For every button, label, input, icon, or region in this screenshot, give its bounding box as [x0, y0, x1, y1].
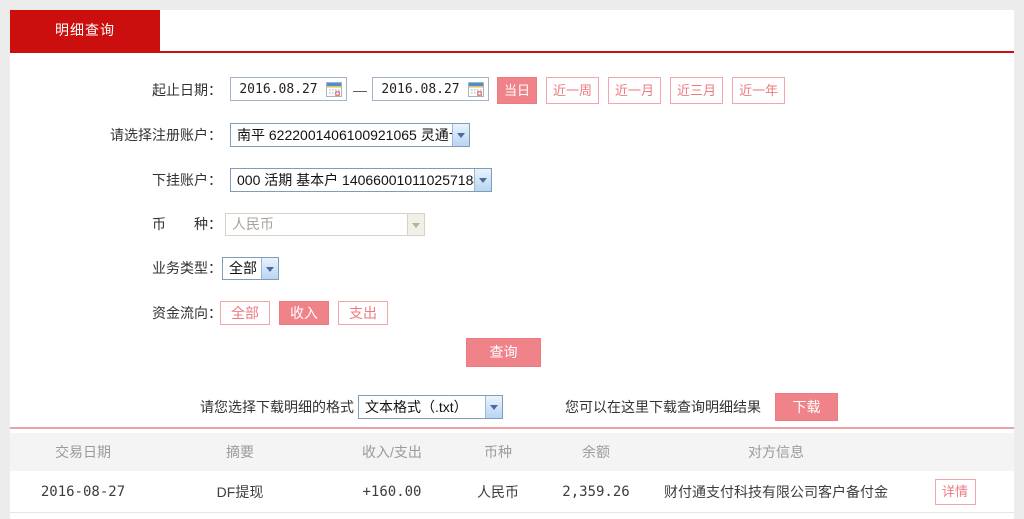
calendar-icon[interactable] — [468, 82, 484, 97]
calendar-icon[interactable] — [326, 82, 342, 97]
business-type-select[interactable]: 全部 — [222, 257, 279, 280]
fund-flow-row: 资金流向： 全部 收入 支出 — [10, 301, 1014, 325]
currency-row: 币 种： 人民币 — [10, 213, 1014, 236]
column-header-summary: 摘要 — [156, 442, 324, 462]
dropdown-arrow-icon[interactable] — [485, 396, 502, 418]
dropdown-arrow-icon[interactable] — [261, 258, 278, 279]
sub-account-value: 000 活期 基本户 1406600101102571848 — [231, 169, 474, 191]
download-format-select[interactable]: 文本格式（.txt） — [358, 395, 503, 419]
end-date-value: 2016.08.27 — [373, 82, 468, 97]
quick-btn-month[interactable]: 近一月 — [608, 77, 661, 104]
currency-select: 人民币 — [225, 213, 425, 236]
row-date: 2016-08-27 — [10, 484, 156, 500]
quick-range-buttons: 当日 近一周 近一月 近三月 近一年 — [497, 77, 785, 104]
dropdown-arrow-icon[interactable] — [452, 124, 469, 146]
row-action-cell: 详情 — [896, 479, 1014, 505]
quick-btn-3months[interactable]: 近三月 — [670, 77, 723, 104]
column-header-counterparty: 对方信息 — [656, 442, 896, 462]
download-button[interactable]: 下载 — [775, 393, 838, 421]
register-account-row: 请选择注册账户： 南平 6222001406100921065 灵通卡 — [10, 123, 1014, 147]
date-range-row: 起止日期： 2016.08.27 — 2016.08.27 — [10, 77, 1014, 104]
table-top-divider — [10, 427, 1014, 429]
row-counterparty: 财付通支付科技有限公司客户备付金 — [656, 482, 896, 502]
register-account-label: 请选择注册账户： — [90, 123, 222, 147]
download-format-value: 文本格式（.txt） — [359, 396, 485, 418]
column-header-date: 交易日期 — [10, 442, 156, 462]
currency-label: 币 种： — [90, 213, 222, 236]
end-date-input[interactable]: 2016.08.27 — [372, 77, 489, 101]
page: 明细查询 起止日期： 2016.08.27 — 2016.08.27 — [0, 0, 1024, 519]
business-type-value: 全部 — [223, 258, 261, 279]
query-button[interactable]: 查询 — [466, 338, 541, 367]
quick-btn-week[interactable]: 近一周 — [546, 77, 599, 104]
business-type-label: 业务类型： — [90, 257, 222, 280]
fund-flow-expense-button[interactable]: 支出 — [338, 301, 388, 325]
tab-underline — [10, 51, 1014, 53]
download-row: 请您选择下载明细的格式 文本格式（.txt） 您可以在这里下载查询明细结果 下载 — [10, 393, 1014, 421]
dropdown-arrow-icon[interactable] — [474, 169, 491, 191]
download-format-label: 请您选择下载明细的格式 — [100, 393, 354, 421]
start-date-value: 2016.08.27 — [231, 82, 326, 97]
table-header-row: 交易日期 摘要 收入/支出 币种 余额 对方信息 — [10, 433, 1014, 471]
content-panel: 明细查询 起止日期： 2016.08.27 — 2016.08.27 — [10, 10, 1014, 519]
sub-account-row: 下挂账户： 000 活期 基本户 1406600101102571848 — [10, 168, 1014, 192]
dropdown-arrow-icon — [407, 214, 424, 235]
fund-flow-income-button[interactable]: 收入 — [279, 301, 329, 325]
download-hint-text: 您可以在这里下载查询明细结果 — [565, 393, 761, 421]
quick-btn-year[interactable]: 近一年 — [732, 77, 785, 104]
column-header-balance: 余额 — [536, 442, 656, 462]
detail-button[interactable]: 详情 — [935, 479, 976, 505]
fund-flow-buttons: 全部 收入 支出 — [220, 301, 388, 325]
currency-value: 人民币 — [226, 214, 407, 235]
column-header-currency: 币种 — [460, 442, 536, 462]
column-header-amount: 收入/支出 — [324, 442, 460, 462]
row-amount: +160.00 — [324, 484, 460, 500]
register-account-value: 南平 6222001406100921065 灵通卡 — [231, 124, 452, 146]
date-range-separator: — — [353, 77, 367, 103]
sub-account-label: 下挂账户： — [90, 168, 222, 192]
row-summary: DF提现 — [156, 482, 324, 502]
start-date-input[interactable]: 2016.08.27 — [230, 77, 347, 101]
register-account-select[interactable]: 南平 6222001406100921065 灵通卡 — [230, 123, 470, 147]
business-type-row: 业务类型： 全部 — [10, 257, 1014, 280]
tab-detail-query[interactable]: 明细查询 — [10, 10, 160, 51]
quick-btn-today[interactable]: 当日 — [497, 77, 537, 104]
row-currency: 人民币 — [460, 482, 536, 502]
row-balance: 2,359.26 — [536, 484, 656, 500]
sub-account-select[interactable]: 000 活期 基本户 1406600101102571848 — [230, 168, 492, 192]
date-range-label: 起止日期： — [90, 77, 222, 103]
fund-flow-all-button[interactable]: 全部 — [220, 301, 270, 325]
fund-flow-label: 资金流向： — [90, 301, 222, 325]
table-row: 2016-08-27 DF提现 +160.00 人民币 2,359.26 财付通… — [10, 471, 1014, 513]
